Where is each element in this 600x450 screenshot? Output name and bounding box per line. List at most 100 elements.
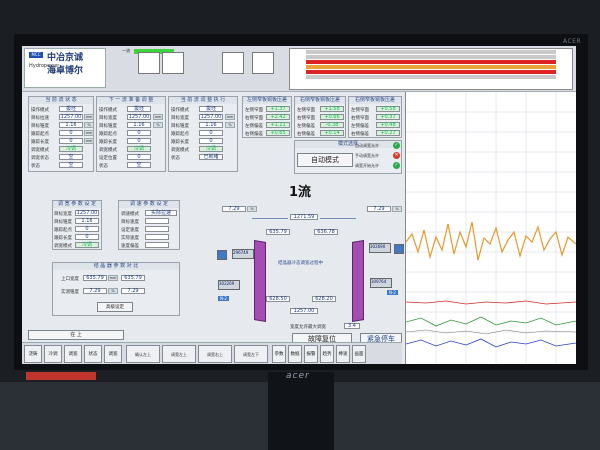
position-button[interactable]: 在 上 [28, 330, 124, 340]
label: 左侧窄面 [351, 108, 369, 113]
value: 0 [127, 130, 151, 136]
value[interactable] [145, 218, 169, 224]
panel-mode: 模式选择 自动模式 自动调宽允许 ✓ 手动调宽允许 ✕ 调宽开始允许 ✓ [294, 140, 402, 174]
company-name-2: 海卓博尔 [47, 66, 84, 76]
nav-button[interactable]: 调宽 [104, 345, 122, 363]
value[interactable]: 0 [75, 234, 99, 240]
advanced-settings-button[interactable]: 高级设定 [97, 302, 133, 312]
label: 跟踪起点 [99, 132, 117, 137]
label: 右侧偏差 [351, 132, 369, 137]
value[interactable] [145, 242, 169, 248]
monitor-thumb-icon-2[interactable] [252, 52, 274, 74]
label: 目标速度 [121, 220, 139, 225]
left-tag: N-2 [218, 296, 229, 301]
label: 状态 [99, 164, 108, 169]
monitor-brand-logo: acer [286, 371, 310, 381]
nav-button[interactable]: 调宽 [64, 345, 82, 363]
value: 冷调 [59, 146, 83, 152]
status-label: 调宽开始允许 [355, 163, 379, 168]
company-name-1: 中冶京诚 [47, 53, 84, 63]
value[interactable]: 实际拉速 [145, 210, 177, 216]
value: +2.42 [266, 114, 290, 120]
pair-button[interactable]: 调宽左上 [162, 345, 196, 363]
mcc-logo-icon: MCC [29, 52, 43, 58]
value: 空 [127, 162, 151, 168]
value[interactable] [145, 234, 169, 240]
label: 操作模式 [31, 108, 49, 113]
panel-title: 右侧窄板铜板压差 [295, 97, 345, 104]
pair-button[interactable]: 调宽左下 [234, 345, 268, 363]
unit-pct: % [392, 206, 402, 212]
nav-button[interactable]: 冷调 [44, 345, 62, 363]
unit: mm [84, 138, 94, 144]
value: +0.48 [376, 122, 400, 128]
dimension-line [320, 218, 356, 219]
value[interactable]: 1.16 [75, 218, 99, 224]
value: 0 [127, 154, 151, 160]
label: 跟踪起点 [31, 132, 49, 137]
unit: % [225, 122, 235, 128]
value[interactable]: 1257.00 [75, 210, 99, 216]
label: 目标拉速 [31, 116, 49, 121]
nav-button[interactable]: 趋势 [320, 345, 334, 363]
panel-mid-deviation: 右侧窄板铜板压差 左侧窄面 +1.58 右侧窄面 +0.66 左侧偏差 -0.3… [294, 96, 346, 138]
label: 左侧偏差 [245, 124, 263, 129]
unit: % [108, 288, 118, 294]
value[interactable]: 0 [75, 226, 99, 232]
nav-button[interactable]: 画面 [352, 345, 366, 363]
value: +0.66 [320, 114, 344, 120]
value: 0 [59, 138, 83, 144]
label: 目标宽度 [99, 116, 117, 121]
alarm-panel[interactable] [289, 48, 573, 90]
value: 0 [127, 138, 151, 144]
panel-next-flow: 下 一 流 准 备 调 整 操作模式 拔坯 目标宽度 1257.00 mm 目标… [96, 96, 166, 172]
value: +1.58 [320, 106, 344, 112]
value: 1257.00 [59, 114, 83, 120]
left-low-cylinder: 302269 [218, 280, 240, 290]
label: 目标宽度 [171, 116, 189, 121]
value: 0 [199, 130, 223, 136]
label: 设定速度 [121, 228, 139, 233]
nav-button[interactable]: 报警 [304, 345, 318, 363]
trend-panel[interactable] [405, 92, 576, 364]
value: 冷调 [127, 146, 151, 152]
panel-current-state: 当 前 流 状 态 操作模式 拔坯 目标拉速 1257.00 mm 目标锥度 1… [28, 96, 94, 172]
label: 左侧偏差 [351, 124, 369, 129]
right-tag: N-2 [387, 290, 398, 295]
value: 0 [59, 130, 83, 136]
left-half-width: 635.79 [266, 229, 290, 235]
monitor-thumb-icon[interactable] [162, 52, 184, 74]
label: 操作模式 [99, 108, 117, 113]
value[interactable]: 冷调 [75, 242, 99, 248]
max-adjust-value[interactable]: 3.4 [344, 323, 360, 329]
label: 右侧窄面 [245, 116, 263, 121]
value: 1.16 [127, 122, 151, 128]
nav-button[interactable]: 数据 [288, 345, 302, 363]
panel-right-deviation: 右侧窄板铜板压差 左侧窄面 +0.58 右侧窄面 +0.37 左侧偏差 +0.4… [348, 96, 402, 138]
nav-button[interactable]: 棒速 [336, 345, 350, 363]
value: +0.27 [376, 130, 400, 136]
nav-button[interactable]: 浇铸 [24, 345, 42, 363]
value: 拔坯 [127, 106, 151, 112]
value: 1.16 [59, 122, 83, 128]
value: 空 [59, 154, 83, 160]
value: 1257.00 [199, 114, 223, 120]
auto-mode-button[interactable]: 自动模式 [297, 153, 353, 167]
label: 操作模式 [171, 108, 189, 113]
left-cylinder-value: 296749 [232, 249, 254, 259]
pair-button[interactable]: 确认左上 [126, 345, 160, 363]
alarm-row [306, 50, 556, 54]
value[interactable] [145, 226, 169, 232]
machine-thumb-icon-2[interactable] [222, 52, 244, 74]
nav-button[interactable]: 状态 [84, 345, 102, 363]
panel-title: 当 前 流 调 整 执 行 [169, 97, 237, 104]
pair-button[interactable]: 调宽右上 [198, 345, 232, 363]
flow-title: 1流 [289, 185, 312, 200]
nav-button[interactable]: 参数 [272, 345, 286, 363]
label: 左侧偏差 [297, 124, 315, 129]
right-cylinder-value: 302690 [369, 243, 391, 253]
machine-thumb-icon[interactable] [138, 52, 160, 74]
bottom-left-half: 628.50 [266, 296, 290, 302]
trend-chart [405, 92, 576, 364]
value: +0.37 [376, 114, 400, 120]
